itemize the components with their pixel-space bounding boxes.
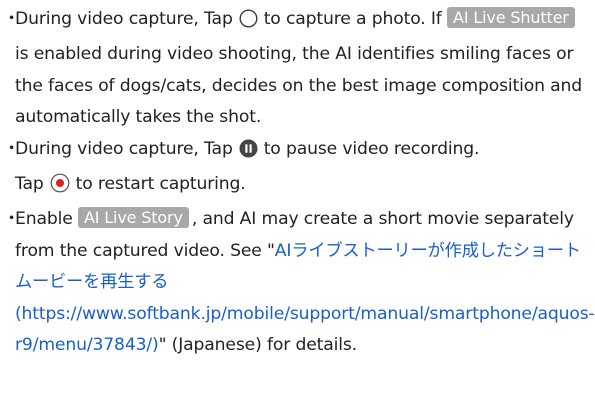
document-body: ・ During video capture, Tap to capture a … [0,0,595,401]
item1-text-a: During video capture, Tap [15,9,233,29]
item2-text-a: During video capture, Tap [15,138,233,159]
item3-text-c: " (Japanese) for details. [158,335,358,356]
ai-live-story-tag: AI Live Story [77,207,189,229]
item3-text-a: Enable [15,209,73,230]
item2-text-b: to pause video recording. [263,138,480,159]
pause-icon [239,138,258,169]
list-item: ・ Enable AI Live Story, and AI may creat… [2,204,595,361]
bullet-mark: ・ [3,209,21,230]
item1-text-c: is enabled during video shooting, the AI… [15,44,583,128]
item2-text-d: to restart capturing. [75,174,246,195]
item1-text-b: to capture a photo. If [263,9,442,29]
list-item: ・ During video capture, Tap to capture a … [2,4,587,134]
item2-text-c: Tap [15,174,44,195]
shutter-circle-icon [239,8,258,39]
record-icon [50,173,70,204]
bullet-mark: ・ [3,9,21,29]
bullet-mark: ・ [3,138,21,159]
list-item: ・ During video capture, Tap to pause vide… [2,134,587,205]
ai-live-shutter-tag: AI Live Shutter [447,7,575,28]
